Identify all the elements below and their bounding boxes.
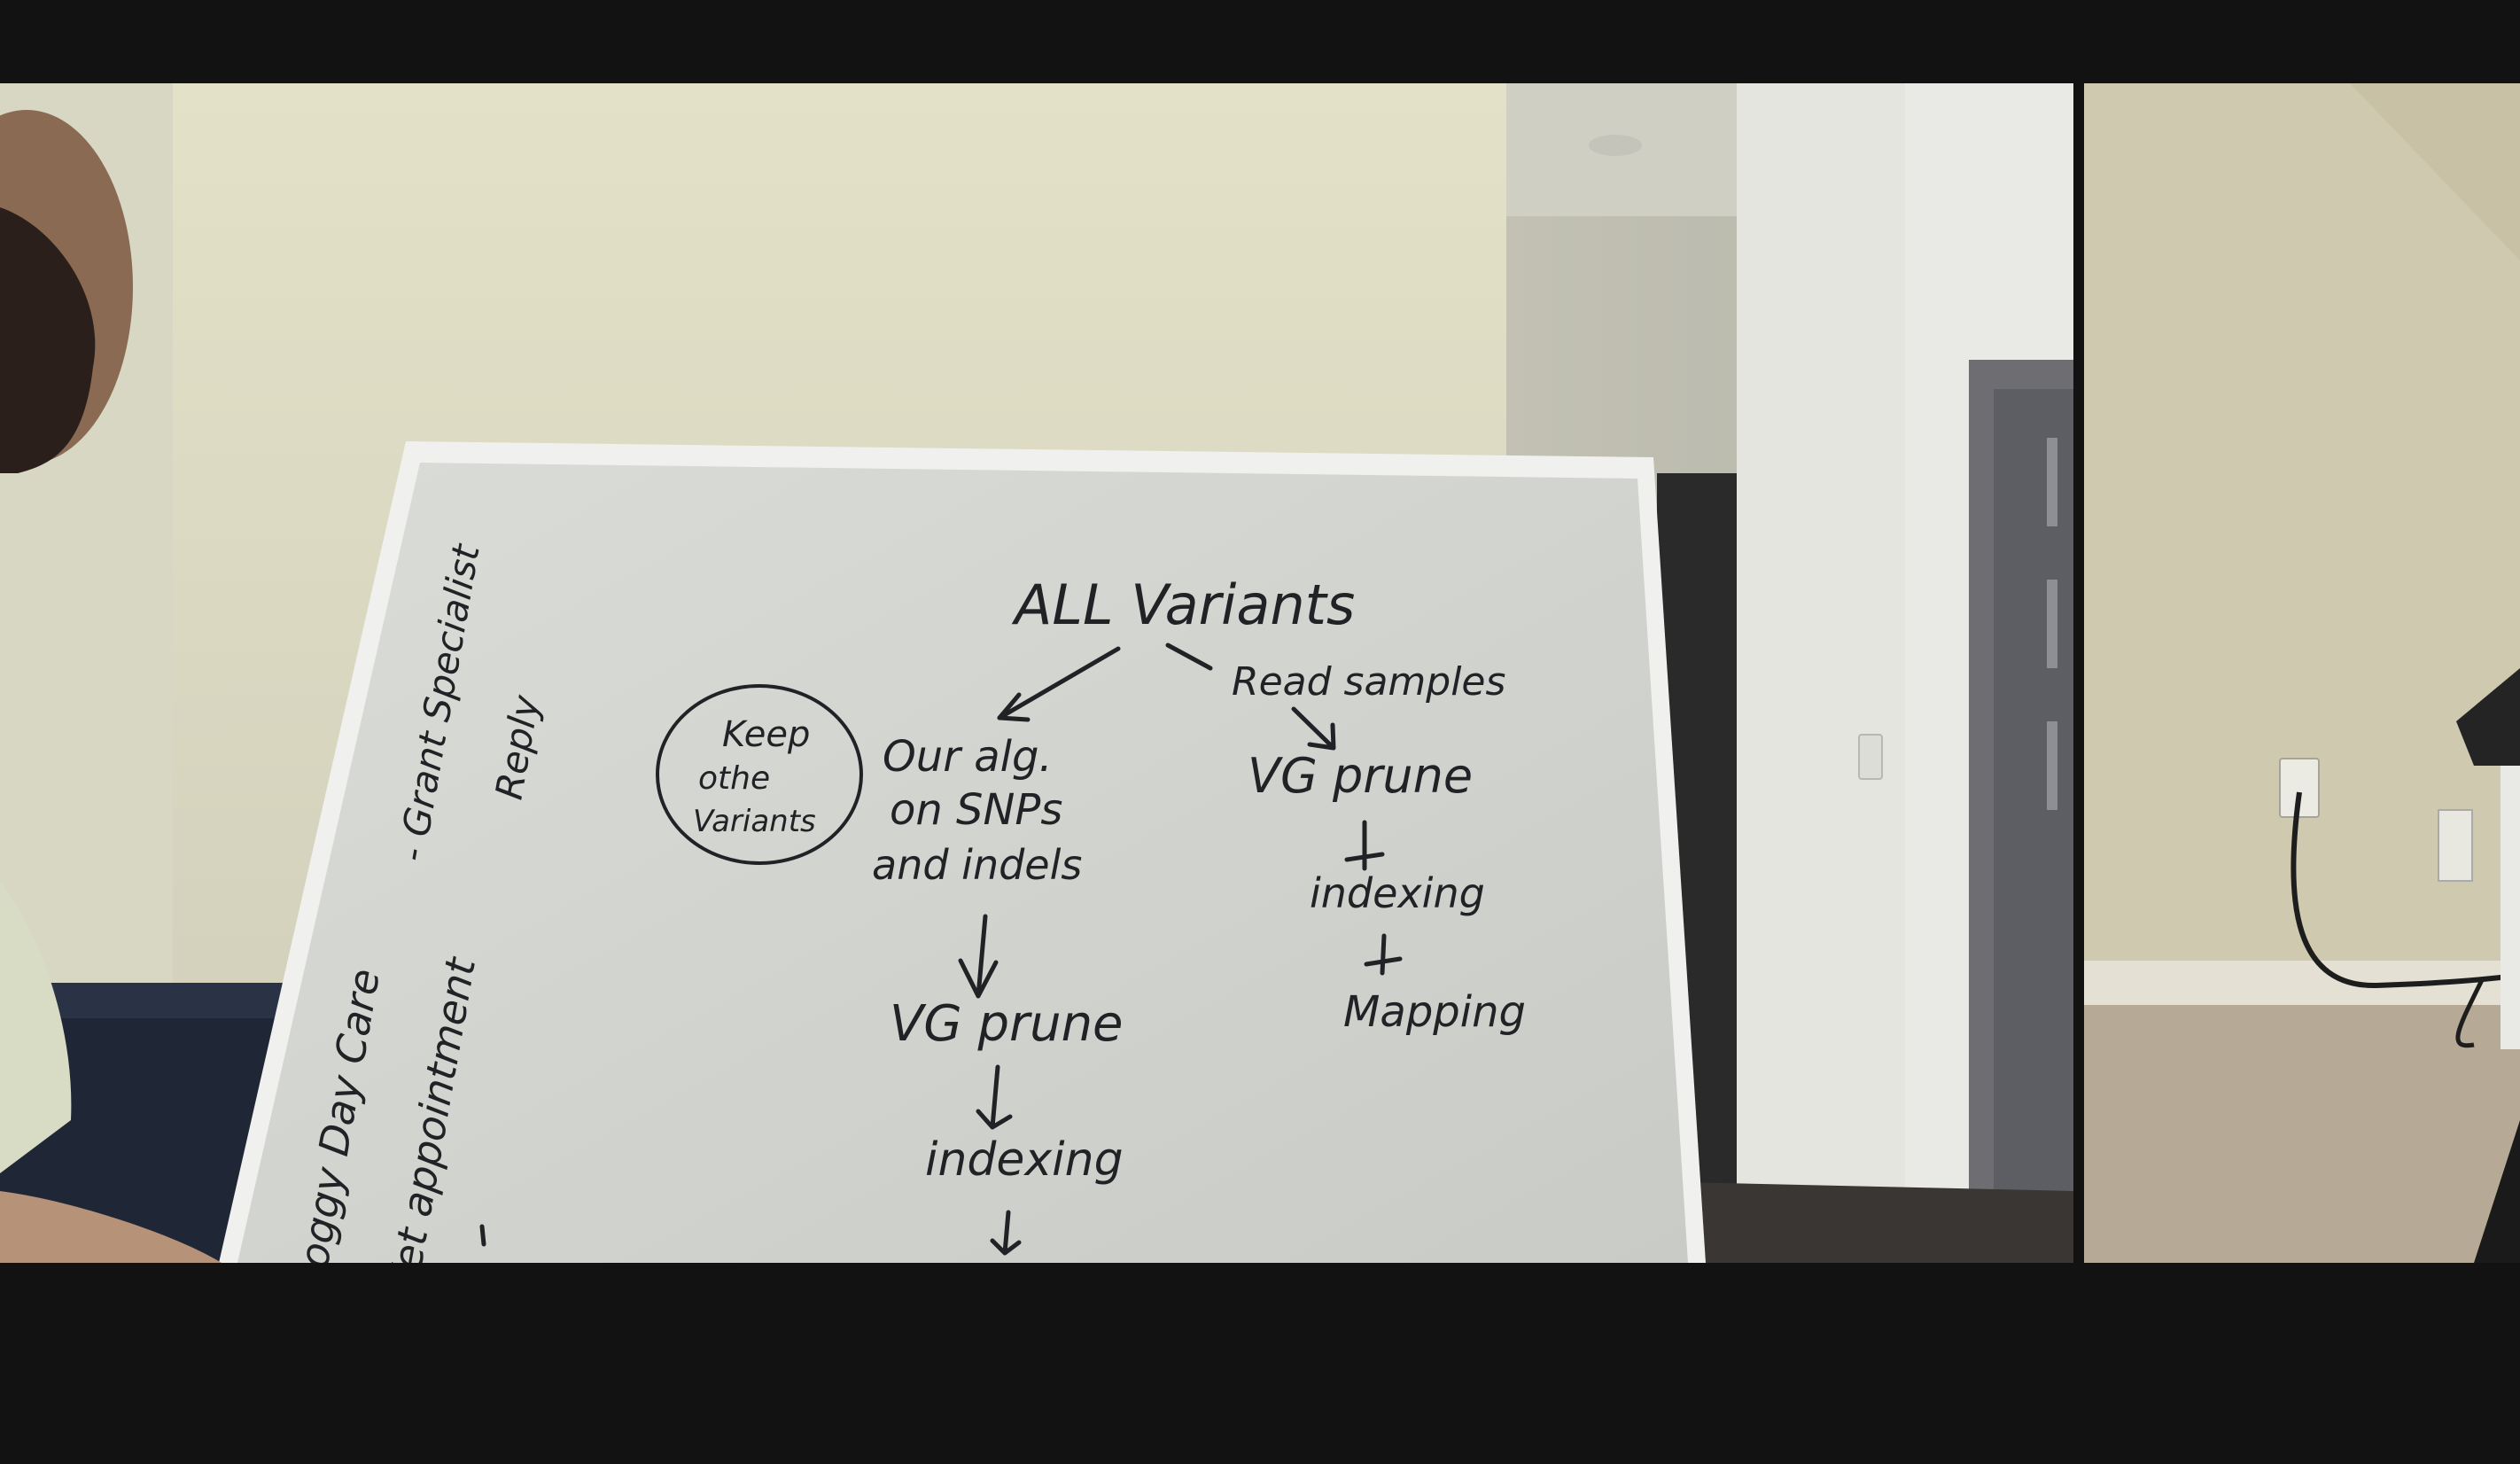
read-samples-label: Read samples xyxy=(1232,659,1505,705)
main-video-tile[interactable]: ALL Variants Read samples Keep othe Vari… xyxy=(0,83,2073,1263)
right-step-mapping: Mapping xyxy=(1343,987,1526,1037)
left-branch-line3: and indels xyxy=(872,841,1082,889)
ceiling-light xyxy=(1589,135,1642,156)
left-step-vg-prune: VG prune xyxy=(890,995,1124,1053)
main-video-frame: ALL Variants Read samples Keep othe Vari… xyxy=(0,83,2073,1263)
left-branch-line1: Our alg. xyxy=(883,732,1053,782)
whiteboard-title: ALL Variants xyxy=(1011,572,1355,637)
right-step-vg-prune: VG prune xyxy=(1248,748,1473,804)
floor xyxy=(1684,1182,2073,1263)
light-switch xyxy=(1858,734,1883,780)
left-step-indexing: indexing xyxy=(925,1133,1124,1187)
door-window xyxy=(2047,438,2057,526)
hallway-wall xyxy=(1737,83,1905,1263)
secondary-video-frame xyxy=(2084,83,2520,1263)
circled-note-line2: othe xyxy=(698,760,770,797)
left-branch-line2: on SNPs xyxy=(890,785,1062,835)
door-window xyxy=(2047,580,2057,668)
door-panel xyxy=(1994,389,2073,1204)
carpet xyxy=(2084,1005,2520,1263)
circled-note-line3: Variants xyxy=(693,804,816,839)
right-step-indexing: indexing xyxy=(1310,869,1485,917)
circled-note-line1: Keep xyxy=(722,714,810,755)
power-adapter xyxy=(2438,809,2473,882)
door-window xyxy=(2047,721,2057,810)
secondary-video-tile[interactable] xyxy=(2084,83,2520,1263)
